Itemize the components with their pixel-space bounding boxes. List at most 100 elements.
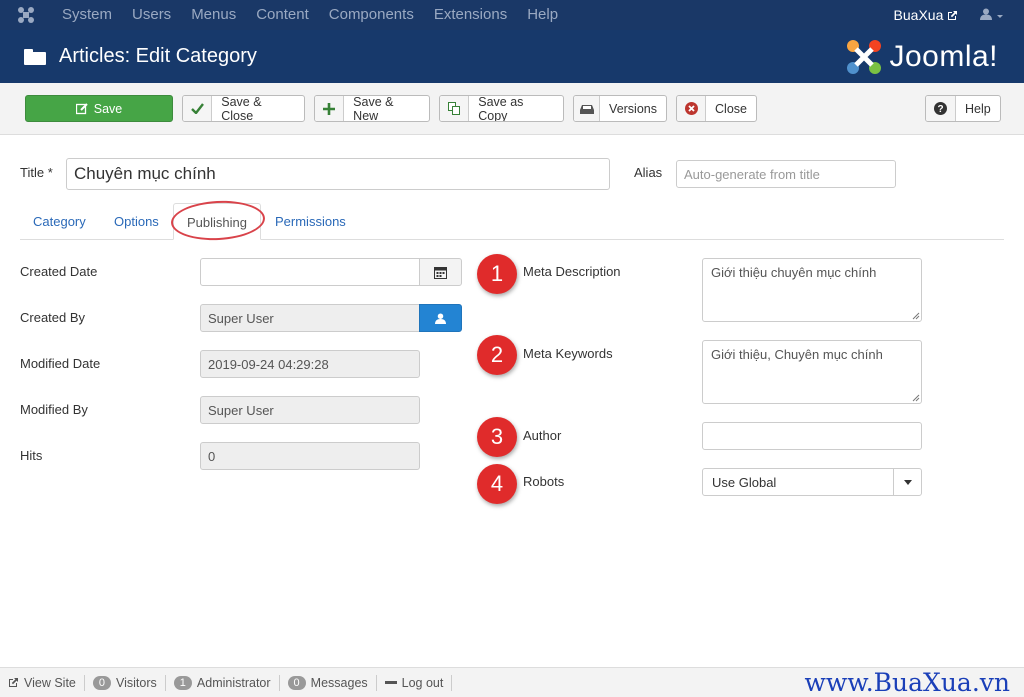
tab-bar: Category Options Publishing Permissions — [20, 203, 1004, 240]
hits-input: 0 — [200, 442, 420, 470]
admin-count-badge: 1 — [173, 675, 192, 690]
svg-text:?: ? — [937, 104, 943, 115]
question-icon: ? — [926, 96, 956, 121]
page-header: Articles: Edit Category Joomla! — [0, 30, 1024, 83]
created-date-input[interactable] — [200, 258, 420, 286]
help-label: Help — [965, 101, 991, 116]
modified-date-label: Modified Date — [20, 356, 101, 371]
marker-4: 4 — [477, 464, 517, 504]
view-site-link[interactable]: View Site — [0, 674, 85, 691]
created-by-input: Super User — [200, 304, 420, 332]
versions-label: Versions — [609, 101, 657, 116]
tab-permissions[interactable]: Permissions — [275, 203, 346, 240]
administrator-label: Administrator — [196, 675, 271, 690]
top-navbar: System Users Menus Content Components Ex… — [0, 0, 1024, 30]
joomla-logo-icon — [847, 39, 882, 74]
menu-users[interactable]: Users — [122, 0, 181, 30]
save-copy-label: Save as Copy — [478, 95, 524, 122]
title-input[interactable]: Chuyên mục chính — [66, 158, 610, 190]
save-close-button[interactable]: Save & Close — [182, 95, 305, 122]
visitors-count-badge: 0 — [92, 675, 112, 690]
check-icon — [183, 96, 213, 121]
versions-button[interactable]: Versions — [573, 95, 667, 122]
view-site-label: View Site — [24, 675, 76, 690]
meta-keywords-label: Meta Keywords — [523, 346, 613, 361]
minus-icon — [384, 681, 397, 684]
created-by-label: Created By — [20, 310, 86, 325]
archive-icon — [574, 96, 601, 121]
author-label: Author — [523, 428, 562, 443]
chevron-down-icon — [893, 469, 921, 495]
menu-components[interactable]: Components — [319, 0, 424, 30]
menu-menus[interactable]: Menus — [181, 0, 246, 30]
hits-label: Hits — [20, 448, 43, 463]
site-link[interactable]: BuaXua — [894, 7, 981, 23]
visitors-item[interactable]: 0 Visitors — [85, 674, 166, 691]
administrator-item[interactable]: 1 Administrator — [166, 674, 280, 691]
robots-select[interactable]: Use Global — [702, 468, 922, 496]
menu-extensions[interactable]: Extensions — [424, 0, 517, 30]
calendar-icon — [434, 266, 447, 279]
visitors-label: Visitors — [116, 675, 157, 690]
close-icon — [677, 96, 707, 121]
messages-label: Messages — [310, 675, 368, 690]
folder-icon — [24, 48, 46, 65]
watermark: www.BuaXua.vn — [804, 668, 1010, 697]
robots-label: Robots — [523, 474, 565, 489]
logout-label: Log out — [401, 675, 444, 690]
modified-date-input: 2019-09-24 04:29:28 — [200, 350, 420, 378]
external-link-icon — [948, 10, 958, 20]
page-title: Articles: Edit Category — [59, 45, 257, 67]
messages-item[interactable]: 0 Messages — [280, 674, 377, 691]
user-icon — [435, 312, 446, 324]
resize-grip-icon[interactable] — [912, 312, 920, 320]
robots-value: Use Global — [712, 474, 777, 490]
tab-publishing[interactable]: Publishing — [173, 203, 261, 240]
select-user-button[interactable] — [419, 304, 462, 332]
menu-help[interactable]: Help — [517, 0, 568, 30]
alias-input[interactable]: Auto-generate from title — [676, 160, 896, 188]
modified-by-input: Super User — [200, 396, 420, 424]
save-copy-button[interactable]: Save as Copy — [439, 95, 564, 122]
save-button[interactable]: Save — [25, 95, 173, 122]
save-new-button[interactable]: Save & New — [314, 95, 430, 122]
joomla-wordmark: Joomla! — [889, 39, 998, 73]
copy-icon — [440, 96, 470, 121]
save-label: Save — [93, 101, 123, 116]
alias-label: Alias — [634, 165, 663, 180]
meta-description-value: Giới thiệu chuyên mục chính — [711, 265, 877, 280]
menu-content[interactable]: Content — [246, 0, 319, 30]
edit-icon — [75, 96, 94, 121]
meta-keywords-textarea[interactable]: Giới thiệu, Chuyên mục chính — [702, 340, 922, 404]
marker-1: 1 — [477, 254, 517, 294]
calendar-button[interactable] — [419, 258, 462, 286]
modified-by-label: Modified By — [20, 402, 88, 417]
resize-grip-icon[interactable] — [912, 394, 920, 402]
menu-system[interactable]: System — [52, 0, 122, 30]
marker-3: 3 — [477, 417, 517, 457]
external-link-icon — [9, 678, 18, 687]
save-close-label: Save & Close — [221, 95, 262, 122]
marker-2: 2 — [477, 335, 517, 375]
user-menu-icon[interactable] — [980, 8, 1024, 23]
tab-options[interactable]: Options — [114, 203, 159, 240]
created-date-label: Created Date — [20, 264, 98, 279]
author-input[interactable] — [702, 422, 922, 450]
status-bar: View Site 0 Visitors 1 Administrator 0 M… — [0, 667, 1024, 697]
close-button[interactable]: Close — [676, 95, 757, 122]
meta-description-label: Meta Description — [523, 264, 621, 279]
messages-count-badge: 0 — [287, 675, 306, 690]
save-new-label: Save & New — [353, 95, 394, 122]
toolbar: Save Save & Close Save & New Save as Cop… — [0, 83, 1024, 135]
meta-keywords-value: Giới thiệu, Chuyên mục chính — [711, 347, 883, 362]
meta-description-textarea[interactable]: Giới thiệu chuyên mục chính — [702, 258, 922, 322]
joomla-logo: Joomla! — [845, 38, 998, 76]
logout-link[interactable]: Log out — [377, 674, 453, 691]
tab-category[interactable]: Category — [33, 203, 86, 240]
title-label: Title * — [20, 165, 53, 180]
help-button[interactable]: ? Help — [925, 95, 1001, 122]
joomla-menu-icon[interactable] — [0, 0, 52, 30]
plus-icon — [315, 96, 345, 121]
close-label: Close — [715, 101, 747, 116]
site-name: BuaXua — [893, 7, 944, 23]
